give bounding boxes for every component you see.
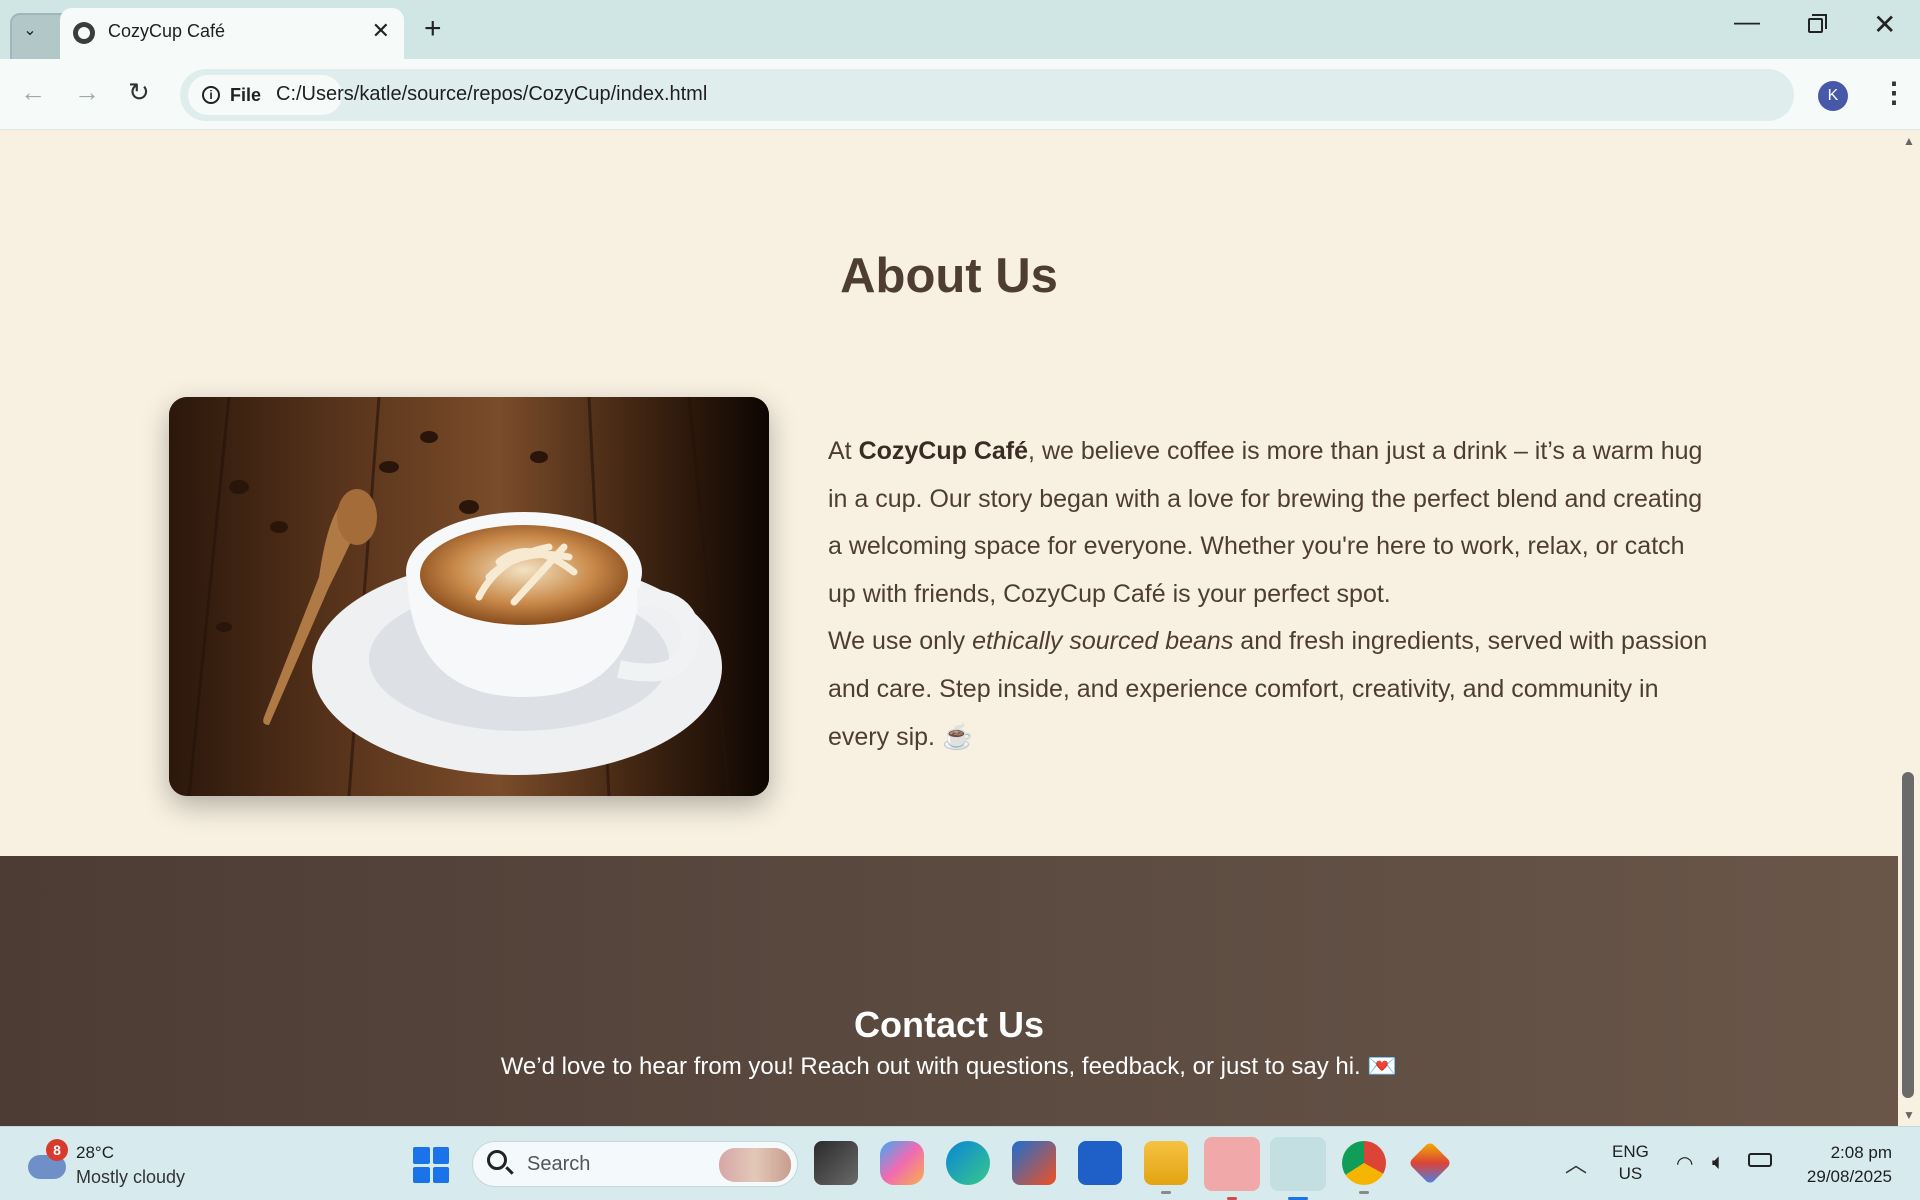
latte-cup-illustration — [169, 397, 769, 796]
about-coffee-image — [169, 397, 769, 796]
wifi-icon[interactable]: ◠ — [1676, 1151, 1693, 1176]
tab-search-chevron-icon[interactable]: ⌄ — [14, 14, 46, 46]
chrome-icon[interactable] — [1270, 1137, 1326, 1200]
taskbar-search-box[interactable]: Search — [472, 1141, 798, 1187]
tab-active[interactable]: CozyCup Café ✕ — [60, 8, 404, 60]
lang-line-1: ENG — [1612, 1142, 1649, 1161]
search-icon — [487, 1150, 507, 1170]
about-heading: About Us — [840, 249, 1058, 303]
forward-arrow-icon[interactable]: → — [74, 77, 100, 108]
page-viewport: About Us At CozyCup Café, we believe cof… — [0, 130, 1898, 1126]
copilot-icon[interactable] — [880, 1141, 924, 1185]
about-paragraph-1: At CozyCup Café, we believe coffee is mo… — [828, 437, 1703, 608]
gemini-icon[interactable] — [1408, 1141, 1452, 1185]
weather-notification-badge: 8 — [46, 1139, 68, 1161]
search-placeholder: Search — [527, 1153, 591, 1175]
windows-taskbar: 8 28°C Mostly cloudy Search ︿ ENG US ◠ 🔈… — [0, 1126, 1920, 1200]
scroll-down-arrow-icon[interactable]: ▼ — [1903, 1108, 1915, 1122]
back-arrow-icon[interactable]: ← — [20, 77, 46, 108]
edge-icon[interactable] — [946, 1141, 990, 1185]
volume-icon[interactable]: 🔈︎ — [1712, 1149, 1725, 1175]
url-text[interactable]: C:/Users/katle/source/repos/CozyCup/inde… — [276, 83, 707, 106]
new-tab-plus-icon[interactable]: + — [424, 12, 442, 46]
browser-menu-icon[interactable]: ⋮ — [1880, 76, 1908, 109]
page-scrollbar[interactable]: ▲ ▼ — [1898, 130, 1920, 1126]
scroll-thumb[interactable] — [1902, 772, 1914, 1098]
weather-description: Mostly cloudy — [76, 1167, 186, 1187]
microsoft-store-icon[interactable] — [1012, 1141, 1056, 1185]
contact-section: Contact Us We’d love to hear from you! R… — [0, 856, 1898, 1126]
profile-avatar[interactable]: K — [1818, 81, 1848, 111]
battery-icon[interactable] — [1748, 1153, 1772, 1167]
info-icon: i — [202, 86, 220, 104]
window-close-icon[interactable]: ✕ — [1873, 8, 1896, 41]
file-explorer-icon[interactable] — [1144, 1141, 1188, 1194]
contact-heading: Contact Us — [853, 1004, 1045, 1045]
scroll-up-arrow-icon[interactable]: ▲ — [1903, 134, 1915, 148]
weather-temperature: 28°C — [76, 1143, 114, 1162]
system-tray-chevron-icon[interactable]: ︿ — [1565, 1147, 1587, 1179]
window-restore-icon[interactable] — [1808, 14, 1827, 33]
clock-date: 29/08/2025 — [1806, 1167, 1892, 1186]
chrome-profile-icon[interactable] — [1342, 1141, 1386, 1194]
ethically-sourced-text: ethically sourced beans — [972, 627, 1234, 656]
taskbar-clock[interactable]: 2:08 pm 29/08/2025 — [1790, 1141, 1892, 1189]
browser-title-bar: ⌄ CozyCup Café ✕ + — ✕ — [0, 0, 1920, 83]
sticky-notes-icon[interactable] — [1204, 1137, 1260, 1200]
lang-line-2: US — [1618, 1164, 1643, 1183]
window-minimize-icon[interactable]: — — [1734, 6, 1760, 37]
tab-title: CozyCup Café — [108, 21, 226, 41]
about-section: About Us At CozyCup Café, we believe cof… — [0, 130, 1898, 856]
browser-toolbar: ← → ↻ i File C:/Users/katle/source/repos… — [0, 59, 1920, 130]
contact-text: We’d love to hear from you! Reach out wi… — [500, 1053, 1398, 1080]
coffee-emoji-icon: ☕ — [941, 722, 974, 751]
windows-start-icon[interactable] — [413, 1147, 449, 1183]
clock-time: 2:08 pm — [1830, 1143, 1892, 1162]
brand-name: CozyCup Café — [858, 437, 1029, 465]
about-text: At CozyCup Café, we believe coffee is mo… — [828, 428, 1708, 761]
about-paragraph-2: We use only ethically sourced beans and … — [828, 627, 1708, 751]
tab-close-icon[interactable]: ✕ — [372, 18, 390, 44]
address-bar[interactable]: i File C:/Users/katle/source/repos/CozyC… — [180, 69, 1794, 121]
input-language-indicator[interactable]: ENG US — [1612, 1141, 1649, 1185]
reload-icon[interactable]: ↻ — [128, 77, 150, 108]
weather-widget[interactable]: 8 28°C Mostly cloudy — [24, 1137, 204, 1193]
site-chip-label: File — [230, 85, 262, 105]
globe-icon — [73, 22, 95, 44]
love-letter-emoji-icon: 💌 — [1367, 1053, 1398, 1080]
search-highlight-image — [719, 1148, 791, 1182]
task-view-icon[interactable] — [814, 1141, 858, 1185]
azure-data-studio-icon[interactable] — [1078, 1141, 1122, 1185]
